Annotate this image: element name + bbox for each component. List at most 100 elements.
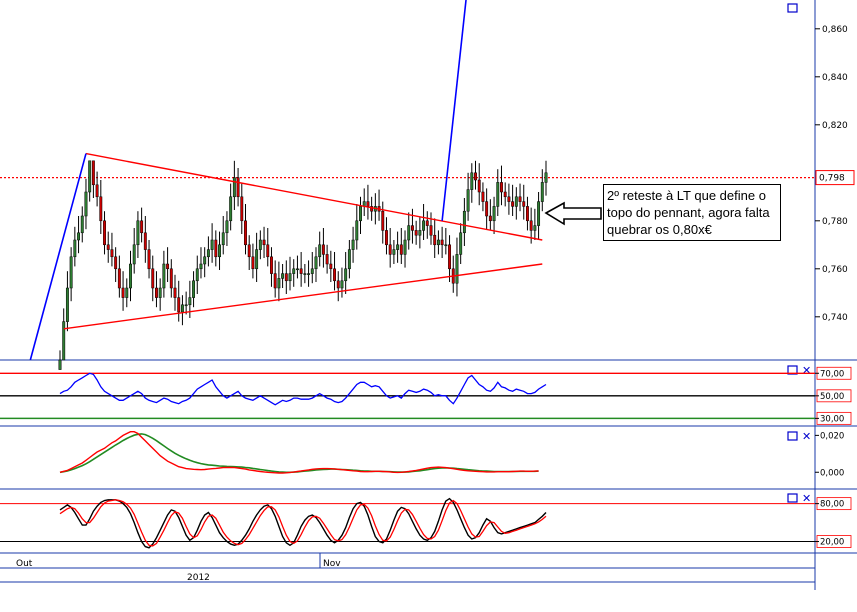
candle-body <box>518 196 522 202</box>
candle <box>221 216 225 255</box>
candle-body <box>236 177 240 198</box>
candle-body <box>129 263 132 289</box>
candle <box>284 260 288 294</box>
candle-body <box>533 225 537 231</box>
candle <box>247 235 251 270</box>
candle-body <box>218 244 221 258</box>
candle-body <box>418 230 422 236</box>
candle <box>488 199 492 231</box>
candle <box>314 247 318 282</box>
pennant-bottom-line <box>63 263 543 330</box>
candle <box>292 259 296 287</box>
candle-body <box>192 280 196 298</box>
candle-body <box>425 220 429 226</box>
candle <box>537 192 541 239</box>
candle-body <box>258 239 262 250</box>
candle <box>281 264 285 288</box>
candle <box>385 217 388 255</box>
candle <box>62 308 66 361</box>
candle-body <box>396 244 400 250</box>
candle <box>518 183 522 212</box>
candle-body <box>299 268 303 274</box>
candle-body <box>206 249 210 258</box>
candle-body <box>340 280 344 289</box>
candle-body <box>143 232 147 250</box>
candle-body <box>155 287 158 298</box>
stochastic-panel: 80,00 20,00 <box>0 497 852 549</box>
candle <box>351 226 355 263</box>
candle <box>514 187 518 220</box>
candle-body <box>444 244 448 247</box>
candle <box>318 231 322 267</box>
candle <box>418 217 422 249</box>
candle <box>177 280 181 322</box>
candle <box>232 160 236 210</box>
candle-body <box>255 249 259 270</box>
candle-body <box>84 191 88 217</box>
candle <box>507 183 511 215</box>
candle-body <box>244 220 247 246</box>
candle <box>462 198 466 246</box>
maximize-icon[interactable] <box>787 3 798 13</box>
stoch-k-line <box>59 497 547 549</box>
candle-body <box>203 256 207 265</box>
candle <box>310 252 314 284</box>
maximize-icon[interactable] <box>787 431 798 441</box>
candle <box>496 169 500 216</box>
candle-body <box>470 172 474 190</box>
candle-body <box>188 297 192 306</box>
candle <box>255 232 259 282</box>
candle <box>444 228 448 255</box>
candle <box>203 247 207 278</box>
candle <box>229 183 233 231</box>
candle-body <box>58 359 62 370</box>
candle <box>366 184 370 220</box>
candle-body <box>277 278 281 289</box>
close-icon[interactable]: ✕ <box>802 492 811 505</box>
candle <box>244 204 247 255</box>
candle-body <box>436 239 440 246</box>
candle-body <box>114 256 118 270</box>
candle-body <box>140 220 144 234</box>
candle-body <box>474 172 477 181</box>
candle-body <box>466 189 470 212</box>
maximize-icon[interactable] <box>787 493 798 503</box>
candle-body <box>65 287 69 322</box>
candle-body <box>125 287 129 298</box>
candle-body <box>511 201 515 207</box>
candle <box>388 228 392 268</box>
candle <box>362 188 366 216</box>
candle <box>540 169 544 212</box>
candle-body <box>162 263 166 289</box>
close-icon[interactable]: ✕ <box>802 430 811 443</box>
candle <box>440 226 444 258</box>
candle-body <box>529 220 533 231</box>
candle <box>88 160 92 202</box>
candle-body <box>422 220 426 231</box>
candle-body <box>132 244 136 265</box>
candle-body <box>288 273 292 282</box>
macd-slow-line <box>59 433 539 474</box>
macd-panel: 0,020 0,000 <box>59 431 844 478</box>
candle-body <box>333 268 336 282</box>
candle <box>403 230 407 268</box>
candle <box>355 204 359 250</box>
candle <box>533 208 537 240</box>
candle <box>129 250 132 302</box>
candle-body <box>121 287 125 298</box>
candle <box>225 211 229 246</box>
candle <box>84 178 88 230</box>
candle <box>381 201 385 244</box>
candle <box>195 255 199 294</box>
candle <box>151 255 155 302</box>
trendlines <box>29 0 543 361</box>
candle-body <box>433 234 437 246</box>
candle-body <box>91 160 95 186</box>
pennant-top-line <box>85 152 543 241</box>
candle <box>251 243 255 279</box>
candle-body <box>329 263 333 270</box>
candle <box>466 172 470 221</box>
candle-body <box>522 201 526 207</box>
candle <box>448 235 451 282</box>
close-icon[interactable]: ✕ <box>802 364 811 377</box>
